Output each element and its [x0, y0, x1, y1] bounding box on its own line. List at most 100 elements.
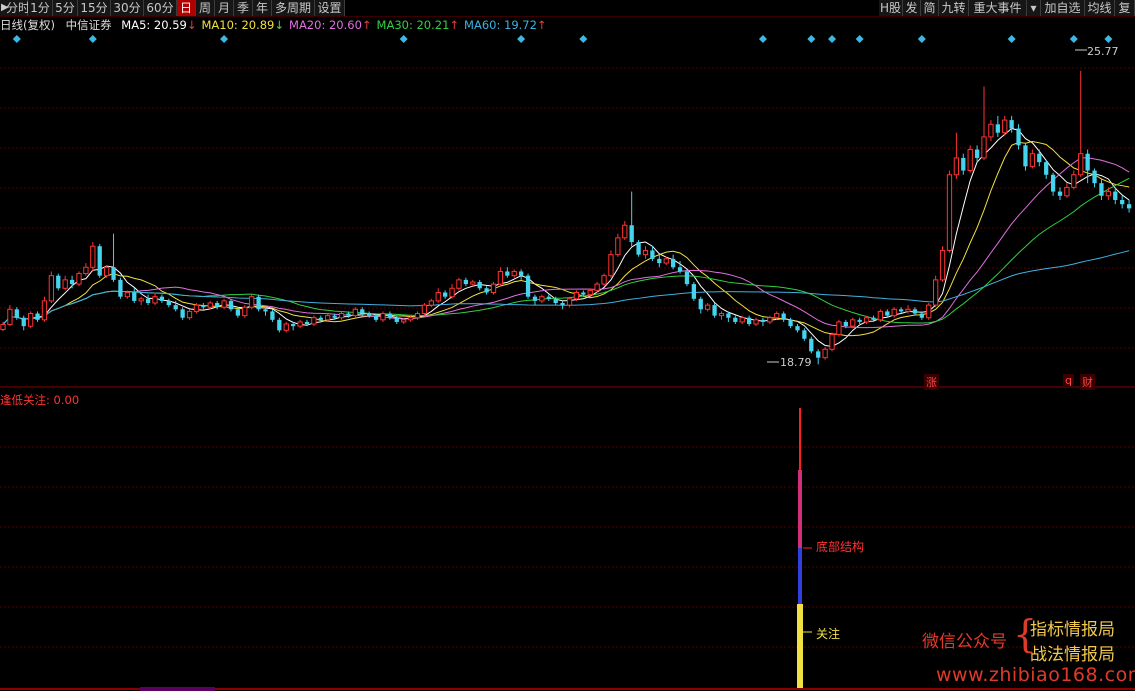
candle-body-up [497, 270, 504, 285]
candle-body-up [511, 270, 517, 277]
candle-body-down [1050, 174, 1056, 192]
candle-body-up [435, 291, 441, 302]
candle-body-up [124, 291, 130, 298]
candle-body-down [505, 271, 510, 276]
candle-body-up [428, 300, 434, 306]
candle-body-down [1126, 204, 1132, 209]
candle-body-down [525, 275, 531, 297]
candle-body-up [103, 266, 110, 277]
candle-body-down [35, 313, 40, 320]
candle-body-down [629, 225, 634, 243]
scroll-thumb [140, 687, 215, 691]
candle-body-down [263, 309, 268, 312]
candle-body-down [1044, 162, 1049, 175]
candle-body-up [297, 321, 303, 327]
candle-body-up [829, 334, 835, 350]
news-marker-icon [1007, 35, 1016, 43]
news-marker-icon [828, 35, 837, 43]
candle-body-up [767, 317, 773, 323]
candle-body-up [414, 313, 421, 319]
candle-body-up [663, 258, 669, 264]
candle-body-up [953, 157, 960, 176]
news-marker-icon [807, 35, 816, 43]
candle-body-down [291, 324, 296, 327]
candle-body-down [111, 267, 116, 280]
candle-body-down [235, 309, 241, 316]
signal-bar-yellow [797, 604, 803, 688]
candle-body-down [346, 313, 351, 316]
candle-body-down [961, 157, 966, 171]
candle-body-down [1037, 153, 1042, 163]
candle-body-down [277, 319, 282, 331]
candle-body-down [546, 296, 551, 299]
candle-body-down [69, 279, 75, 285]
candle-body-up [242, 306, 248, 317]
candle-body-down [215, 303, 220, 308]
candle-body-down [698, 298, 703, 310]
candle-body-down [518, 271, 524, 276]
event-flag-cai[interactable]: 财 [1080, 374, 1095, 390]
candle-body-down [636, 242, 641, 255]
candle-body-up [774, 313, 780, 319]
candle-body-up [138, 298, 144, 302]
signal-bar-pink [798, 470, 802, 550]
candle-body-down [746, 317, 752, 325]
candle-body-up [1029, 153, 1036, 167]
candle-body-up [186, 310, 193, 319]
candle-body-up [850, 319, 856, 327]
watermark-brand2: 战法情报局 [1030, 645, 1115, 665]
bottom-structure-label: 底部结构 [816, 540, 865, 554]
candle-body-up [926, 304, 932, 319]
candle-body-down [97, 246, 102, 276]
candle-body-down [1099, 183, 1104, 196]
candle-body-down [677, 267, 683, 272]
candle-body-down [919, 313, 924, 318]
candle-body-up [48, 275, 55, 302]
candle-body-up [490, 283, 497, 293]
indicator-title: 逢低关注: 0.00 [0, 393, 80, 407]
candle-body-down [843, 321, 848, 327]
candle-body-down [180, 309, 185, 318]
candle-body-down [1057, 191, 1063, 196]
candle-body-up [863, 317, 870, 323]
candle-body-down [304, 321, 310, 325]
candle-body-down [712, 305, 717, 316]
candle-body-up [718, 313, 725, 317]
news-marker-icon [399, 35, 408, 43]
candle-body-down [443, 292, 448, 297]
candle-body-down [367, 313, 372, 316]
candle-body-up [573, 291, 580, 300]
candle-body-down [1009, 120, 1014, 129]
event-flag-q[interactable]: q [1063, 374, 1074, 387]
candle-body-up [221, 300, 227, 308]
candle-body-up [615, 237, 621, 256]
candle-body-up [352, 308, 358, 317]
candle-body-up [152, 296, 158, 304]
candle-body-up [380, 313, 386, 321]
candle-body-up [407, 317, 414, 321]
candle-body-down [1016, 128, 1021, 146]
candle-body-down [650, 250, 655, 259]
candle-body-up [587, 289, 593, 296]
candle-body-down [1023, 145, 1028, 167]
candle-body-up [539, 296, 545, 302]
candle-body-down [733, 317, 738, 322]
watermark-brand1: 指标情报局 [1030, 620, 1115, 640]
candle-body-up [470, 281, 476, 285]
candle-body-down [995, 124, 1000, 133]
kline-chart[interactable] [0, 0, 1135, 691]
low-price-label: 18.79 [780, 356, 812, 369]
candle-body-up [325, 315, 331, 321]
news-marker-icon [579, 35, 588, 43]
candle-body-up [622, 224, 628, 239]
candle-body-up [967, 149, 973, 172]
candle-body-down [809, 338, 814, 352]
candle-body-down [360, 309, 365, 314]
event-flag-zhang[interactable]: 涨 [924, 374, 939, 390]
candle-body-down [816, 351, 821, 358]
candle-body-up [27, 313, 34, 327]
candle-body-up [83, 266, 89, 275]
candle-body-down [1085, 153, 1090, 171]
candle-body-down [760, 319, 766, 322]
candle-body-down [256, 296, 261, 310]
